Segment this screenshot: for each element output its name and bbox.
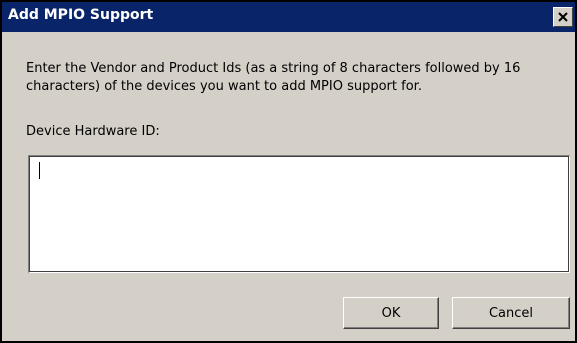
device-hardware-id-input[interactable] <box>28 155 570 273</box>
ok-button[interactable]: OK <box>343 297 439 329</box>
device-hardware-id-label: Device Hardware ID: <box>26 124 160 139</box>
close-button[interactable] <box>553 7 573 27</box>
window-title: Add MPIO Support <box>8 7 154 23</box>
close-icon <box>558 12 568 22</box>
add-mpio-support-dialog: Add MPIO Support Enter the Vendor and Pr… <box>0 0 577 343</box>
cancel-button[interactable]: Cancel <box>452 297 570 329</box>
text-caret <box>39 162 40 179</box>
title-bar[interactable]: Add MPIO Support <box>2 2 575 32</box>
instructions-text: Enter the Vendor and Product Ids (as a s… <box>26 61 521 94</box>
